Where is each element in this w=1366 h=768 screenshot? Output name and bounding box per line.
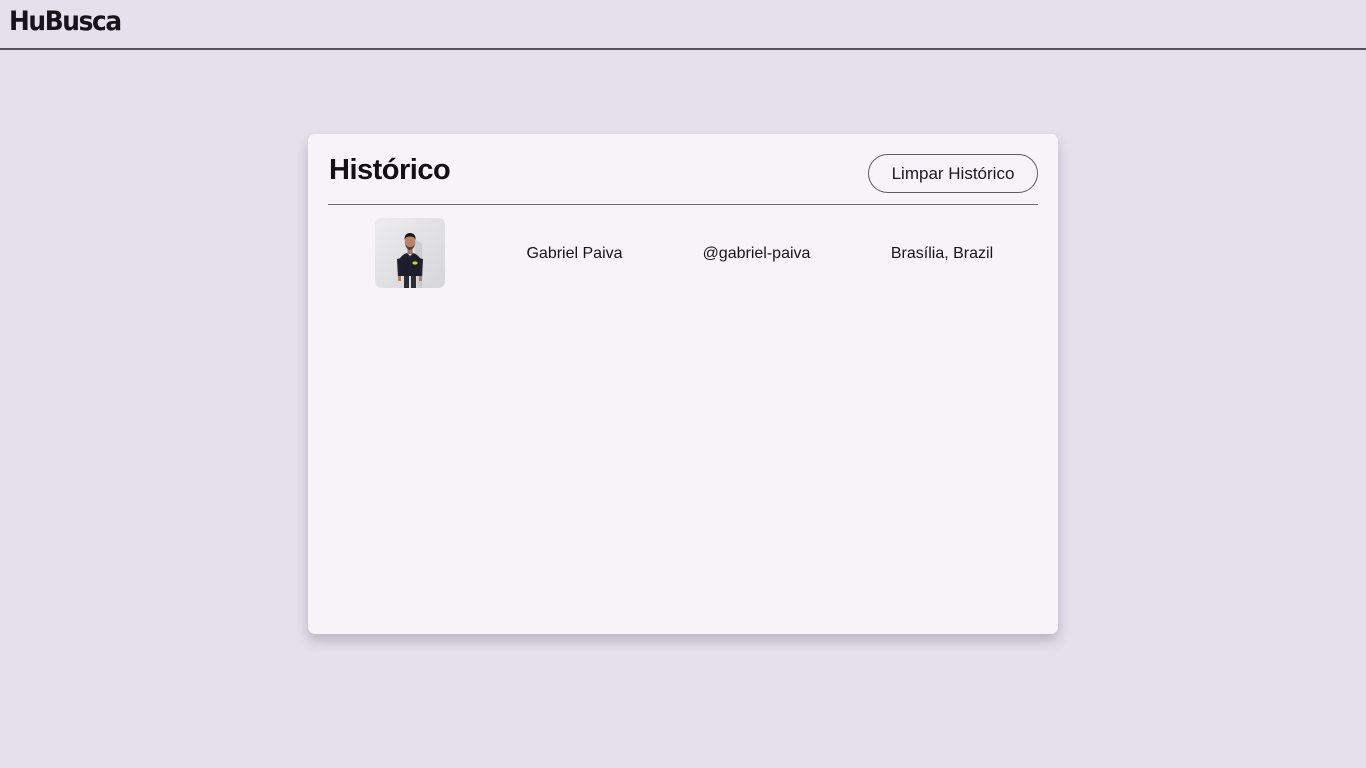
app-logo[interactable]: HuBusca (9, 6, 122, 37)
divider (328, 204, 1038, 205)
history-card: Histórico Limpar Histórico Gabriel Paiva… (308, 134, 1058, 634)
history-item[interactable]: Gabriel Paiva @gabriel-paiva Brasília, B… (328, 218, 1038, 288)
top-bar: HuBusca (0, 0, 1366, 50)
avatar (375, 218, 445, 288)
user-location: Brasília, Brazil (890, 245, 994, 262)
page-title: Histórico (329, 154, 451, 186)
clear-history-button[interactable]: Limpar Histórico (868, 154, 1038, 193)
user-name: Gabriel Paiva (526, 245, 623, 262)
user-login: @gabriel-paiva (702, 245, 811, 262)
user-photo-icon (375, 218, 445, 288)
